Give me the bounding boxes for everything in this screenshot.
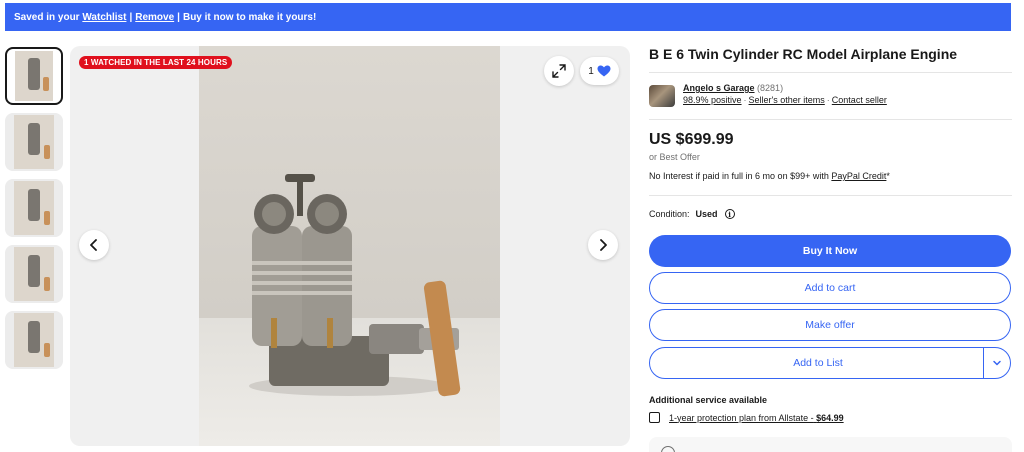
thumbnail-4[interactable] — [5, 245, 63, 303]
banner-cta-text: Buy it now to make it yours! — [182, 11, 317, 23]
buy-it-now-button[interactable]: Buy It Now — [649, 235, 1011, 267]
circle-icon — [661, 446, 675, 452]
thumbnail-strip — [5, 47, 65, 377]
remove-link[interactable]: Remove — [135, 12, 174, 23]
thumbnail-5[interactable] — [5, 311, 63, 369]
add-to-cart-button[interactable]: Add to cart — [649, 272, 1011, 304]
thumbnail-image — [14, 247, 54, 301]
credit-asterisk: * — [886, 171, 890, 181]
make-offer-button[interactable]: Make offer — [649, 309, 1011, 341]
expand-icon — [552, 64, 566, 78]
best-offer-text: or Best Offer — [649, 152, 700, 162]
engine-illustration — [249, 174, 461, 397]
condition-label: Condition: — [649, 209, 690, 219]
condition-value: Used — [695, 209, 718, 219]
seller-feedback-count: (8281) — [757, 83, 784, 93]
separator-dot: · — [743, 95, 747, 105]
thumbnail-image — [14, 115, 54, 169]
thumbnail-image — [14, 313, 54, 367]
seller-avatar[interactable] — [649, 85, 675, 107]
next-image-button[interactable] — [588, 230, 618, 260]
watch-count: 1 — [588, 65, 594, 77]
watchlist-link[interactable]: Watchlist — [82, 12, 126, 23]
protection-plan-row: 1-year protection plan from Allstate - $… — [649, 412, 844, 423]
banner-separator: | — [129, 11, 133, 23]
paypal-credit-link[interactable]: PayPal Credit — [831, 171, 886, 181]
additional-service-heading: Additional service available — [649, 395, 768, 405]
contact-seller-link[interactable]: Contact seller — [832, 95, 887, 105]
expand-button[interactable] — [544, 56, 574, 86]
thumbnail-1[interactable] — [5, 47, 63, 105]
seller-info: Angelo s Garage (8281) 98.9% positive · Se… — [649, 83, 1012, 111]
shipping-card — [649, 437, 1012, 452]
main-product-image[interactable] — [199, 46, 500, 446]
credit-terms: No Interest if paid in full in 6 mo on $… — [649, 171, 829, 181]
thumbnail-3[interactable] — [5, 179, 63, 237]
chevron-down-icon[interactable] — [992, 358, 1002, 368]
protection-plan-text: 1-year protection plan from Allstate - — [669, 412, 814, 423]
seller-links-row: 98.9% positive · Seller's other items · Cont… — [683, 95, 887, 105]
seller-positive-link[interactable]: 98.9% positive — [683, 95, 742, 105]
watched-badge: 1 WATCHED IN THE LAST 24 HOURS — [79, 56, 233, 69]
image-gallery: 1 WATCHED IN THE LAST 24 HOURS 1 — [70, 46, 630, 446]
info-icon[interactable]: i — [724, 209, 735, 219]
chevron-right-icon — [600, 239, 607, 251]
price: US $699.99 — [649, 131, 734, 148]
banner-saved-text: Saved in your — [14, 11, 80, 23]
separator-dot: · — [826, 95, 830, 105]
condition-row: Condition: Used i — [649, 209, 735, 219]
add-to-list-label: Add to List — [793, 357, 843, 369]
divider — [649, 195, 1012, 196]
credit-text: No Interest if paid in full in 6 mo on $… — [649, 171, 890, 181]
heart-icon — [597, 65, 611, 77]
seller-name-row: Angelo s Garage (8281) — [683, 83, 783, 93]
chevron-left-icon — [90, 239, 97, 251]
listing-title: B E 6 Twin Cylinder RC Model Airplane En… — [649, 46, 958, 62]
seller-name-link[interactable]: Angelo s Garage — [683, 83, 755, 93]
thumbnail-2[interactable] — [5, 113, 63, 171]
listing-panel: B E 6 Twin Cylinder RC Model Airplane En… — [649, 46, 1012, 452]
thumbnail-image — [15, 51, 53, 101]
banner-separator: | — [177, 11, 180, 23]
watch-button[interactable]: 1 — [580, 57, 619, 85]
thumbnail-image — [14, 181, 54, 235]
add-to-list-button[interactable]: Add to List — [649, 347, 1011, 379]
button-split-divider — [983, 348, 984, 378]
previous-image-button[interactable] — [79, 230, 109, 260]
divider — [649, 119, 1012, 120]
seller-other-items-link[interactable]: Seller's other items — [749, 95, 825, 105]
protection-plan-checkbox[interactable] — [649, 412, 660, 423]
divider — [649, 72, 1012, 73]
protection-plan-link[interactable]: 1-year protection plan from Allstate - $… — [669, 413, 844, 423]
saved-banner: Saved in your Watchlist | Remove | Buy it no… — [5, 3, 1011, 31]
protection-plan-price: $64.99 — [816, 412, 844, 423]
